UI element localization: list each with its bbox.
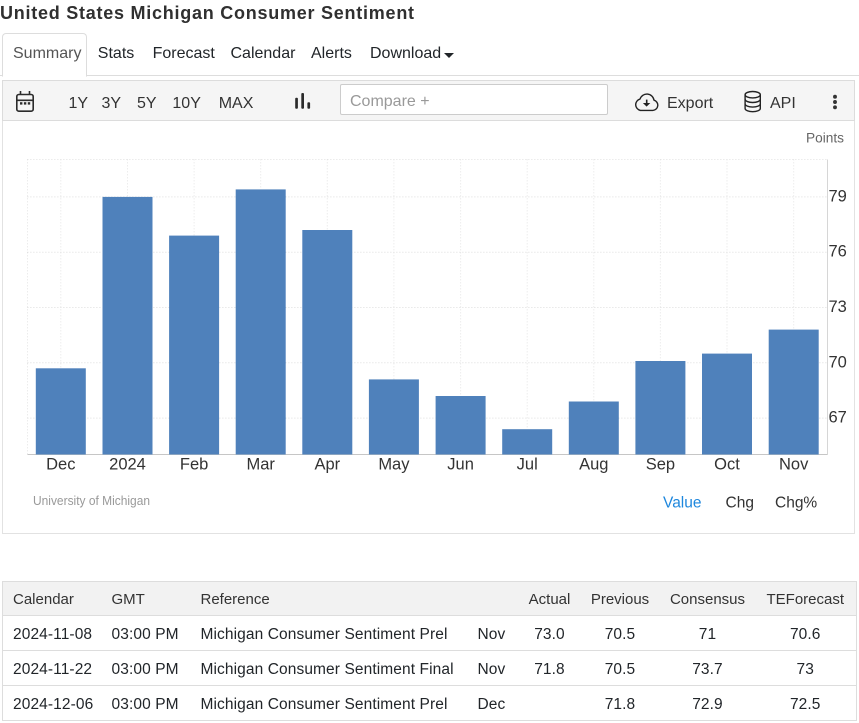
svg-text:76: 76 <box>829 243 847 261</box>
svg-text:Chg: Chg <box>726 495 754 512</box>
svg-text:Jun: Jun <box>447 455 474 473</box>
svg-text:Mar: Mar <box>246 455 275 473</box>
svg-text:Sep: Sep <box>646 455 675 473</box>
svg-text:2024: 2024 <box>109 455 146 473</box>
svg-text:Points: Points <box>806 131 844 146</box>
svg-text:May: May <box>378 455 410 473</box>
svg-text:Aug: Aug <box>579 455 608 473</box>
svg-text:Value: Value <box>663 495 702 512</box>
svg-text:73: 73 <box>829 298 847 316</box>
svg-text:University of Michigan: University of Michigan <box>33 493 150 508</box>
svg-text:Jul: Jul <box>517 455 538 473</box>
svg-text:Apr: Apr <box>314 455 340 473</box>
svg-text:Chg%: Chg% <box>775 495 817 512</box>
svg-text:Oct: Oct <box>714 455 740 473</box>
svg-text:67: 67 <box>829 409 847 427</box>
svg-text:Feb: Feb <box>180 455 208 473</box>
svg-text:70: 70 <box>829 353 847 371</box>
svg-text:Dec: Dec <box>46 455 75 473</box>
svg-text:Nov: Nov <box>779 455 809 473</box>
svg-text:79: 79 <box>829 187 847 205</box>
